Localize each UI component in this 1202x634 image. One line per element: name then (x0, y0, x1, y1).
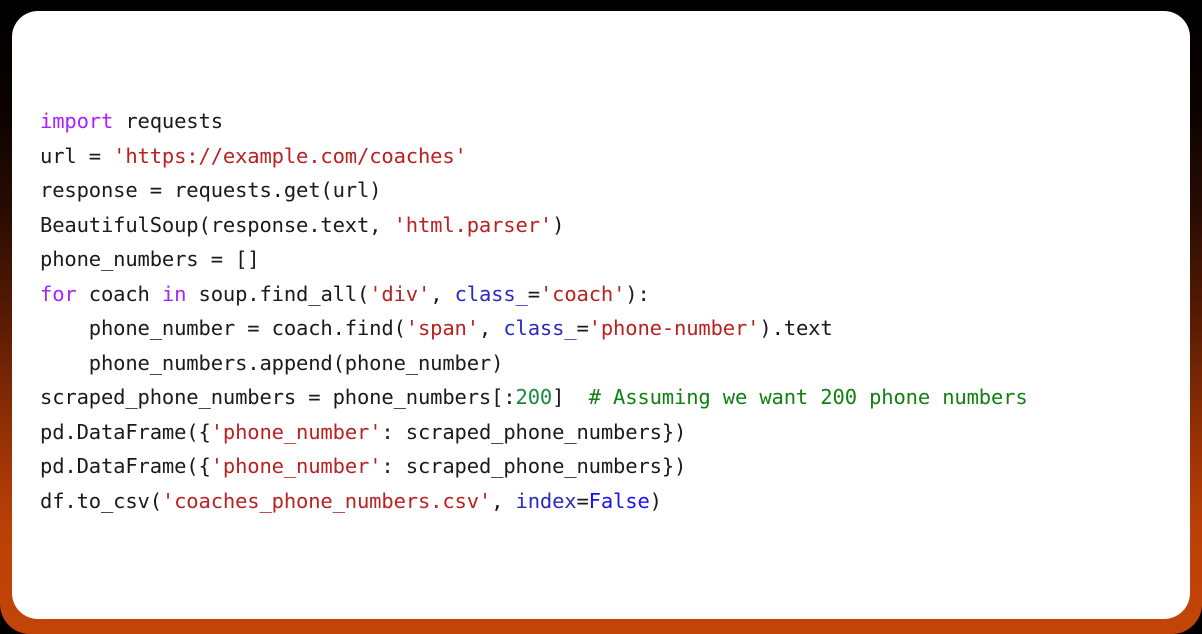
code-token-kw: import (40, 109, 114, 133)
code-token-txt: soup.find_all( (186, 281, 370, 306)
code-token-txt: : scraped_phone_numbers}) (381, 454, 687, 479)
code-token-txt: coach (76, 281, 162, 306)
code-line: phone_number = coach.find('span', class_… (40, 311, 1028, 346)
code-token-txt: = (576, 316, 589, 341)
code-token-txt: requests (113, 109, 223, 133)
code-token-txt: phone_numbers = [] (40, 247, 260, 272)
code-token-str: 'div' (369, 281, 431, 306)
code-line: phone_numbers = [] (40, 242, 1028, 277)
code-token-txt: ) (649, 489, 662, 514)
code-token-txt: phone_number = coach.find( (40, 316, 406, 341)
code-token-kwarg: class_ (454, 281, 528, 306)
code-token-txt: url = (40, 143, 114, 168)
code-token-str: 'html.parser' (393, 212, 553, 237)
code-token-txt: , (491, 489, 516, 514)
code-token-txt: , (430, 281, 455, 306)
decorative-gradient-frame: import requests url = 'https://example.c… (0, 0, 1202, 634)
code-token-num: 200 (515, 385, 553, 410)
code-token-str: 'coach' (539, 281, 626, 306)
code-token-txt: BeautifulSoup(response.text, (40, 212, 394, 237)
code-token-txt: = (576, 489, 589, 514)
code-token-txt: response = requests.get(url) (40, 178, 382, 203)
code-token-kwarg: index (515, 489, 577, 514)
code-token-str: 'phone_number' (210, 419, 382, 444)
code-line: df.to_csv('coaches_phone_numbers.csv', i… (40, 484, 1028, 519)
code-token-txt: , (478, 316, 504, 341)
code-token-txt: ) (552, 212, 565, 237)
code-token-txt: ] (552, 385, 589, 410)
code-token-str: 'phone-number' (588, 316, 760, 341)
code-token-txt: phone_numbers.append(phone_number) (40, 350, 504, 375)
code-line: import requests (40, 104, 1028, 139)
code-token-txt: : scraped_phone_numbers}) (381, 419, 687, 444)
code-token-txt: ).text (759, 316, 833, 341)
python-code-block: import requests url = 'https://example.c… (40, 104, 1028, 519)
code-token-str: 'coaches_phone_numbers.csv' (161, 489, 492, 514)
code-line: response = requests.get(url) (40, 173, 1028, 208)
code-line: phone_numbers.append(phone_number) (40, 346, 1028, 381)
code-token-str: 'span' (405, 316, 479, 341)
code-card: import requests url = 'https://example.c… (12, 11, 1190, 619)
code-token-kwarg: class_ (503, 316, 577, 341)
code-token-txt: pd.DataFrame({ (40, 419, 211, 444)
code-line: pd.DataFrame({'phone_number': scraped_ph… (40, 449, 1028, 484)
code-line: BeautifulSoup(response.text, 'html.parse… (40, 208, 1028, 243)
code-line: scraped_phone_numbers = phone_numbers[:2… (40, 380, 1028, 415)
code-line: pd.DataFrame({'phone_number': scraped_ph… (40, 415, 1028, 450)
code-line: url = 'https://example.com/coaches' (40, 139, 1028, 174)
code-token-txt: scraped_phone_numbers = phone_numbers[: (40, 385, 516, 410)
code-token-kw: in (161, 281, 187, 306)
code-token-kw: for (40, 281, 77, 306)
code-token-txt: df.to_csv( (40, 489, 162, 514)
code-token-str: 'phone_number' (210, 454, 382, 479)
code-token-txt: ): (625, 281, 650, 306)
code-token-bool: False (588, 489, 650, 514)
code-token-txt: pd.DataFrame({ (40, 454, 211, 479)
code-line: for coach in soup.find_all('div', class_… (40, 277, 1028, 312)
code-token-txt: = (527, 281, 540, 306)
code-token-str: 'https://example.com/coaches' (113, 143, 467, 168)
code-token-com: # Assuming we want 200 phone numbers (588, 385, 1028, 410)
